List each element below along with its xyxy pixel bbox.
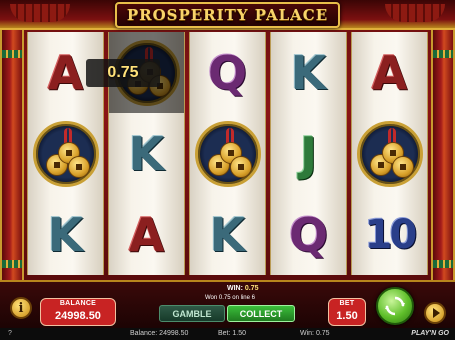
symbol-k: K — [128, 126, 165, 181]
reel-cell: 10 — [352, 194, 427, 275]
status-bar: ? Balance: 24998.50 Bet: 1.50 Win: 0.75 … — [0, 328, 455, 340]
reel-4: KJQ — [270, 32, 347, 275]
pillar-band — [2, 260, 22, 268]
game-title: PROSPERITY PALACE — [126, 6, 329, 24]
roof-tile — [385, 4, 445, 22]
pillar-band — [2, 50, 22, 58]
symbol-10: 10 — [364, 211, 418, 258]
pillar-band — [433, 260, 453, 268]
symbol-q: Q — [288, 207, 329, 262]
status-win: Win: 0.75 — [300, 330, 330, 337]
reel-cell: K — [271, 32, 346, 113]
reel-5: A 10 — [351, 32, 428, 275]
coin — [229, 155, 252, 178]
reel-cell: J — [271, 113, 346, 194]
reel-cell: K — [190, 194, 265, 275]
balance-display: BALANCE 24998.50 — [40, 298, 116, 326]
win-info: WIN: 0.75 Won 0.75 on line 6 — [195, 284, 295, 302]
reel-3: QK — [189, 32, 266, 275]
symbol-j: J — [299, 126, 318, 181]
balance-value: 24998.50 — [55, 310, 101, 322]
symbol-a: A — [47, 45, 84, 100]
left-pillar — [0, 30, 24, 280]
bet-label: BET — [339, 300, 355, 307]
symbol-a: A — [371, 45, 408, 100]
reel-cell: K — [28, 194, 103, 275]
symbol-k: K — [209, 207, 246, 262]
win-value: 0.75 — [244, 285, 259, 292]
info-button[interactable]: i — [10, 297, 32, 319]
reel-cell: A — [352, 32, 427, 113]
pillar-band — [433, 50, 453, 58]
game-logo: PROSPERITY PALACE — [115, 2, 340, 28]
line-win-amount: 0.75 — [86, 59, 160, 87]
coins-symbol — [356, 120, 423, 187]
provider-logo: PLAY'N GO — [411, 330, 449, 337]
coin — [67, 155, 90, 178]
win-detail: Won 0.75 on line 6 — [205, 295, 255, 301]
balance-label: BALANCE — [59, 300, 97, 307]
bet-value: 1.50 — [336, 310, 358, 322]
roof-tile — [10, 4, 70, 22]
win-label: WIN: — [227, 285, 243, 292]
coin — [391, 155, 414, 178]
bet-display[interactable]: BET 1.50 — [328, 298, 366, 326]
reel-cell: A — [109, 194, 184, 275]
reel-cell: Q — [271, 194, 346, 275]
symbol-q: Q — [207, 45, 248, 100]
reel-cell — [190, 113, 265, 194]
help-icon[interactable]: ? — [8, 328, 12, 340]
spin-arrows-icon — [385, 296, 405, 316]
autoplay-button[interactable] — [424, 302, 446, 324]
symbol-k: K — [290, 45, 327, 100]
symbol-a: A — [128, 207, 165, 262]
gamble-button[interactable]: GAMBLE — [159, 305, 225, 322]
coins-symbol — [194, 120, 261, 187]
symbol-k: K — [47, 207, 84, 262]
play-icon — [432, 308, 440, 318]
status-bet: Bet: 1.50 — [218, 330, 247, 337]
coins-symbol — [32, 120, 99, 187]
reel-cell — [352, 113, 427, 194]
reel-cell — [28, 113, 103, 194]
reel-cell: K — [109, 113, 184, 194]
right-pillar — [431, 30, 455, 280]
reel-cell: Q — [190, 32, 265, 113]
spin-button[interactable] — [376, 287, 414, 325]
status-balance: Balance: 24998.50 — [130, 330, 189, 337]
collect-button[interactable]: COLLECT — [227, 305, 295, 322]
